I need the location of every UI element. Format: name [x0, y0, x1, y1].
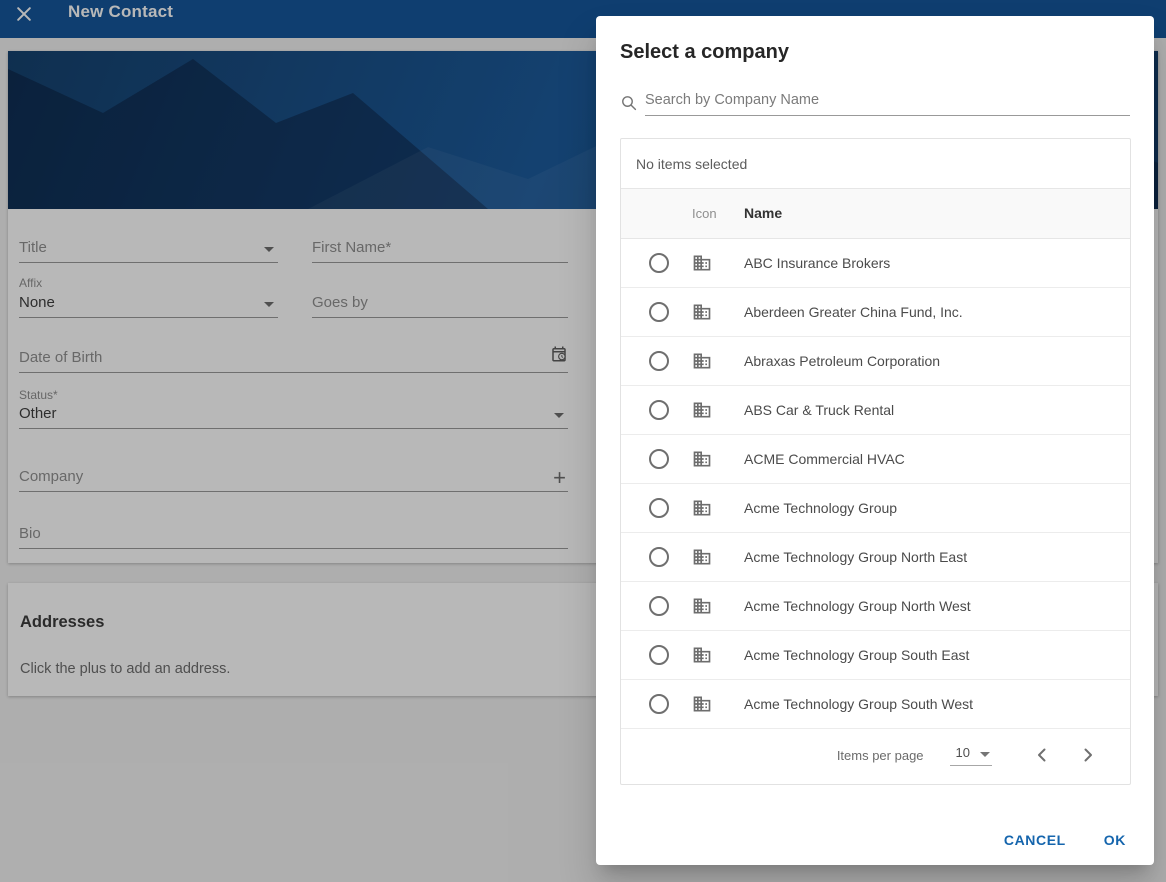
company-rows: ABC Insurance Brokers Aberdeen Greater C…	[621, 239, 1130, 729]
company-row[interactable]: ACME Commercial HVAC	[621, 435, 1130, 484]
radio-button[interactable]	[649, 547, 669, 567]
company-row[interactable]: ABC Insurance Brokers	[621, 239, 1130, 288]
company-building-icon	[692, 253, 712, 273]
company-name: ABS Car & Truck Rental	[744, 402, 894, 418]
company-building-icon	[692, 351, 712, 371]
company-name: Acme Technology Group South East	[744, 647, 969, 663]
company-building-icon	[692, 596, 712, 616]
radio-button[interactable]	[649, 694, 669, 714]
cancel-button[interactable]: CANCEL	[1004, 832, 1066, 848]
company-name: Acme Technology Group North West	[744, 598, 971, 614]
company-building-icon	[692, 400, 712, 420]
company-row[interactable]: Acme Technology Group North West	[621, 582, 1130, 631]
radio-button[interactable]	[649, 645, 669, 665]
company-row[interactable]: Acme Technology Group South East	[621, 631, 1130, 680]
company-row[interactable]: ABS Car & Truck Rental	[621, 386, 1130, 435]
company-building-icon	[692, 498, 712, 518]
company-name: Abraxas Petroleum Corporation	[744, 353, 940, 369]
next-page-icon[interactable]	[1076, 743, 1100, 767]
company-name: ACME Commercial HVAC	[744, 451, 905, 467]
page-size-value: 10	[956, 745, 970, 760]
radio-button[interactable]	[649, 449, 669, 469]
search-underline	[645, 88, 1130, 116]
name-column-header: Name	[744, 205, 782, 221]
company-building-icon	[692, 645, 712, 665]
radio-button[interactable]	[649, 302, 669, 322]
company-table: No items selected Icon Name ABC Insuranc…	[620, 138, 1131, 785]
company-building-icon	[692, 547, 712, 567]
company-row[interactable]: Acme Technology Group North East	[621, 533, 1130, 582]
radio-button[interactable]	[649, 400, 669, 420]
screen: New Contact Title Affix None	[0, 0, 1166, 882]
company-name: Acme Technology Group	[744, 500, 897, 516]
company-building-icon	[692, 694, 712, 714]
company-row[interactable]: Acme Technology Group	[621, 484, 1130, 533]
chevron-down-icon	[980, 752, 990, 757]
dialog-actions: CANCEL OK	[1004, 832, 1126, 848]
search-icon	[620, 94, 638, 112]
company-building-icon	[692, 302, 712, 322]
icon-column-header: Icon	[692, 206, 717, 221]
company-row[interactable]: Aberdeen Greater China Fund, Inc.	[621, 288, 1130, 337]
search-input[interactable]	[645, 92, 1130, 112]
previous-page-icon[interactable]	[1030, 743, 1054, 767]
company-name: Aberdeen Greater China Fund, Inc.	[744, 304, 963, 320]
radio-button[interactable]	[649, 351, 669, 371]
ok-button[interactable]: OK	[1104, 832, 1126, 848]
company-building-icon	[692, 449, 712, 469]
company-name: Acme Technology Group South West	[744, 696, 973, 712]
radio-button[interactable]	[649, 596, 669, 616]
selection-status: No items selected	[621, 139, 1130, 189]
paginator: Items per page 10	[621, 729, 1130, 781]
page-size-select[interactable]: 10	[950, 745, 992, 766]
company-row[interactable]: Acme Technology Group South West	[621, 680, 1130, 729]
company-name: ABC Insurance Brokers	[744, 255, 890, 271]
radio-button[interactable]	[649, 498, 669, 518]
company-name: Acme Technology Group North East	[744, 549, 967, 565]
dialog-title: Select a company	[620, 41, 789, 64]
company-row[interactable]: Abraxas Petroleum Corporation	[621, 337, 1130, 386]
table-header: Icon Name	[621, 189, 1130, 239]
radio-button[interactable]	[649, 253, 669, 273]
company-search	[620, 88, 1130, 116]
items-per-page-label: Items per page	[837, 748, 924, 763]
select-company-dialog: Select a company No items selected Icon …	[596, 16, 1154, 865]
